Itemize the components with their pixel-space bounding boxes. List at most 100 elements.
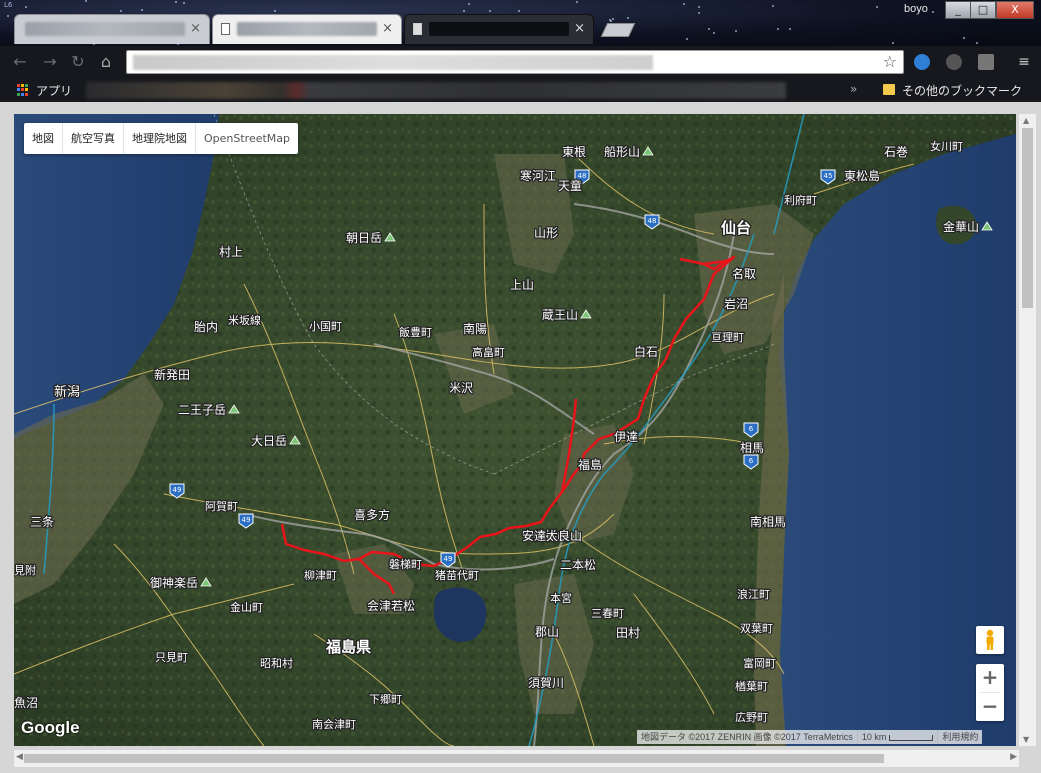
browser-tab-3[interactable]: × (404, 14, 594, 44)
titlebar-star (735, 30, 737, 32)
google-logo: Google (21, 718, 80, 737)
route-shield-number: 49 (173, 486, 182, 494)
scroll-right-arrow-icon[interactable]: ▶ (1010, 752, 1017, 762)
titlebar-star (772, 5, 774, 7)
map-place-label: 村上 (219, 245, 243, 259)
map-place-label: 東松島 (844, 168, 880, 183)
route-shield-number: 45 (824, 172, 833, 180)
address-bar[interactable]: ☆ (126, 50, 904, 74)
zoom-out-button[interactable]: − (976, 693, 1004, 721)
street-view-pegman-icon[interactable] (976, 626, 1004, 654)
map-type-osm[interactable]: OpenStreetMap (196, 123, 298, 154)
map-type-roadmap[interactable]: 地図 (24, 123, 63, 154)
reload-icon[interactable]: ↻ (68, 52, 88, 72)
titlebar-star (175, 1, 177, 3)
map-view[interactable]: 48 48 45 49 49 49 6 6 東根 船形山 寒河江 天童 仙台 利府町 東松島 石巻 女川町 金華… (14, 114, 1016, 746)
menu-icon[interactable]: ≡ (1014, 52, 1034, 72)
maximize-button[interactable]: □ (970, 1, 996, 19)
map-place-label: 三条 (30, 515, 54, 529)
route-shield-number: 49 (242, 516, 251, 524)
map-place-label: 本宮 (550, 591, 572, 605)
browser-tab-2[interactable]: × (212, 14, 402, 44)
map-type-gsi[interactable]: 地理院地図 (124, 123, 196, 154)
vertical-scroll-thumb[interactable] (1022, 128, 1033, 308)
map-type-control: 地図 航空写真 地理院地図 OpenStreetMap (24, 123, 299, 154)
map-place-label: 郡山 (535, 625, 559, 639)
apps-link[interactable]: アプリ (36, 82, 72, 99)
map-place-label: 胎内 (194, 320, 218, 334)
bookmark-star-icon[interactable]: ☆ (883, 52, 897, 71)
map-place-label: 須賀川 (528, 676, 564, 690)
map-attribution: 地図データ ©2017 ZENRIN 画像 ©2017 TerraMetrics (641, 732, 853, 742)
terms-link[interactable]: 利用規約 (937, 730, 982, 744)
extension-circle-icon[interactable] (946, 54, 962, 70)
route-shield-number: 6 (749, 457, 754, 465)
satellite-map[interactable]: 48484549494966 東根 船形山寒河江天童仙台利府町東松島石巻 女川町金華… (14, 114, 1016, 746)
titlebar-star (609, 19, 611, 21)
map-place-label: 東根 (562, 145, 586, 159)
map-place-label: 新潟 (54, 384, 80, 400)
zoom-in-button[interactable]: + (976, 664, 1004, 692)
window-titlebar: L6 × × × boyo _ □ X (0, 0, 1041, 46)
scroll-up-arrow-icon[interactable]: ▲ (1023, 116, 1029, 125)
map-place-label: 伊達 (614, 430, 638, 444)
titlebar-star (789, 28, 791, 30)
apps-grid-icon[interactable] (17, 84, 29, 96)
horizontal-scroll-thumb[interactable] (24, 754, 884, 763)
minimize-button[interactable]: _ (945, 1, 971, 19)
map-type-satellite[interactable]: 航空写真 (63, 123, 124, 154)
tab-title-blurred (429, 22, 569, 36)
titlebar-star (683, 3, 685, 5)
map-place-label: 金山町 (230, 600, 263, 614)
page-icon (221, 23, 230, 35)
page-icon (413, 23, 422, 35)
extension-square-icon[interactable] (978, 54, 994, 70)
titlebar-star (85, 0, 87, 2)
map-attribution-bar: 地図データ ©2017 ZENRIN 画像 ©2017 TerraMetrics… (637, 730, 983, 744)
map-place-label: 魚沼 (14, 696, 38, 710)
map-place-label: 猪苗代町 (435, 569, 479, 582)
new-tab-button[interactable] (600, 23, 636, 37)
titlebar-star (876, 6, 878, 8)
map-place-label: 寒河江 (520, 168, 556, 183)
titlebar-star (698, 6, 700, 8)
tab-close-icon[interactable]: × (382, 21, 393, 37)
map-place-label: 御神楽岳 (150, 575, 198, 590)
profile-name[interactable]: boyo (904, 3, 928, 15)
tab-close-icon[interactable]: × (190, 21, 201, 37)
vertical-scrollbar[interactable]: ▲ ▼ (1019, 114, 1036, 746)
titlebar-star (274, 10, 276, 12)
map-place-label: 阿賀町 (205, 500, 238, 513)
titlebar-star (518, 10, 520, 12)
map-place-label: 福島県 (325, 638, 371, 656)
map-place-label: 浪江町 (737, 587, 770, 601)
titlebar-star (932, 11, 934, 13)
route-shield-number: 48 (648, 217, 657, 225)
titlebar-star (686, 38, 688, 40)
home-icon[interactable]: ⌂ (96, 52, 116, 72)
map-place-label: 楢葉町 (735, 679, 768, 693)
browser-tab-1[interactable]: × (14, 14, 210, 44)
scroll-down-arrow-icon[interactable]: ▼ (1023, 735, 1029, 744)
scroll-left-arrow-icon[interactable]: ◀ (16, 752, 23, 762)
forward-arrow-icon[interactable]: → (40, 52, 60, 72)
horizontal-scrollbar[interactable]: ◀ ▶ (14, 750, 1019, 767)
browser-toolbar: ← → ↻ ⌂ ☆ ≡ (0, 46, 1041, 78)
bookmark-items-blurred[interactable] (86, 82, 786, 99)
map-place-label: 富岡町 (743, 656, 776, 670)
page-content: 48 48 45 49 49 49 6 6 東根 船形山 寒河江 天童 仙台 利府町 東松島 石巻 女川町 金華… (0, 102, 1041, 773)
tab-close-icon[interactable]: × (574, 21, 585, 37)
map-place-label: 福島 (578, 457, 602, 472)
scale-control[interactable]: 10 km (856, 730, 938, 744)
map-place-label: 相馬 (740, 441, 764, 455)
extension-e-icon[interactable] (914, 54, 930, 70)
other-bookmarks-link[interactable]: その他のブックマーク (902, 82, 1022, 99)
bookmarks-overflow-chevron[interactable]: » (850, 82, 857, 96)
back-arrow-icon[interactable]: ← (10, 52, 30, 72)
map-place-label: 喜多方 (354, 507, 390, 522)
close-window-button[interactable]: X (996, 1, 1034, 19)
map-place-label: 女川町 (930, 139, 963, 153)
map-place-label: 仙台 (721, 219, 751, 237)
titlebar-star (976, 42, 978, 44)
map-place-label: 安達太良山 (522, 528, 582, 543)
